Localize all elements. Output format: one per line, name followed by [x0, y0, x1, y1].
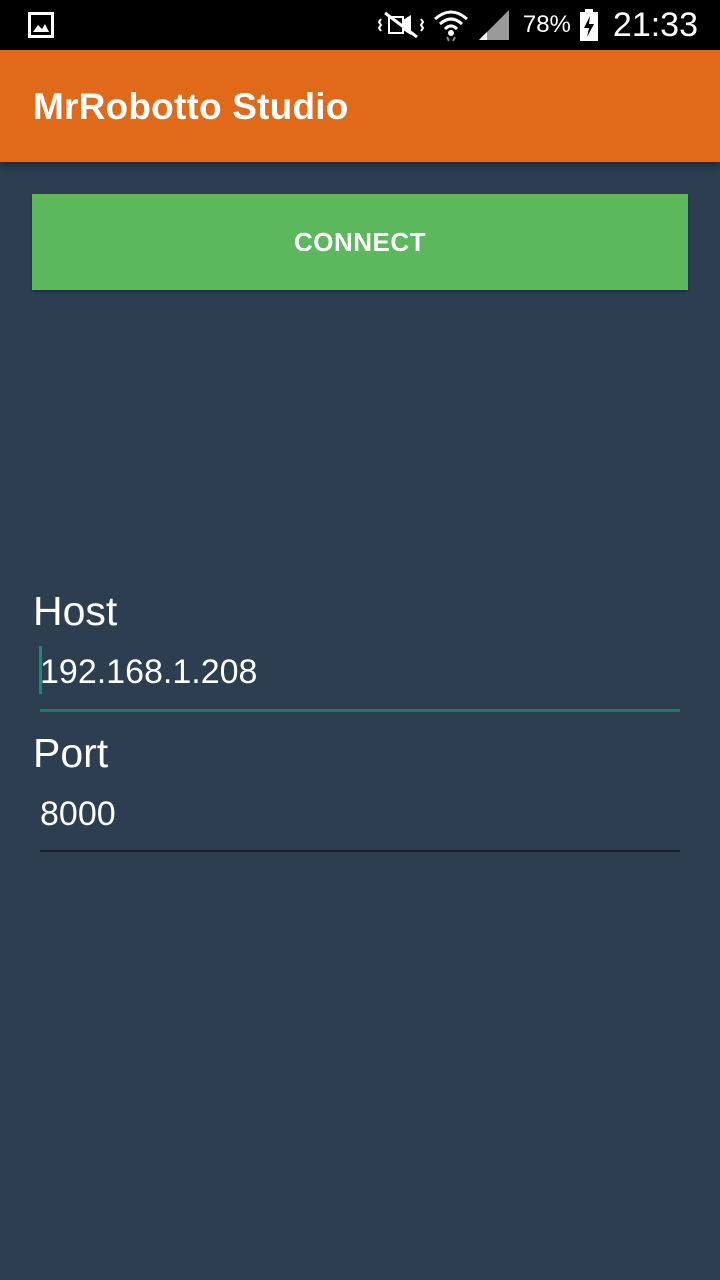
host-input-underline — [40, 709, 680, 712]
status-icons: 78% 21:33 — [377, 0, 698, 50]
wifi-icon — [433, 7, 469, 43]
port-input[interactable] — [40, 784, 680, 844]
text-cursor — [39, 646, 42, 694]
signal-icon — [477, 8, 511, 42]
app-bar: MrRobotto Studio — [0, 50, 720, 162]
gallery-notification-icon — [28, 12, 54, 38]
host-label: Host — [33, 588, 118, 634]
app-title: MrRobotto Studio — [33, 86, 349, 127]
status-clock: 21:33 — [612, 5, 698, 44]
host-input[interactable] — [40, 642, 680, 702]
battery-charging-icon — [579, 8, 599, 42]
mute-vibrate-icon — [377, 9, 425, 41]
port-label: Port — [33, 730, 109, 776]
battery-percent: 78% — [522, 11, 571, 38]
connect-button[interactable]: CONNECT — [32, 194, 688, 290]
status-bar: 78% 21:33 — [0, 0, 720, 50]
port-input-underline — [40, 850, 680, 852]
